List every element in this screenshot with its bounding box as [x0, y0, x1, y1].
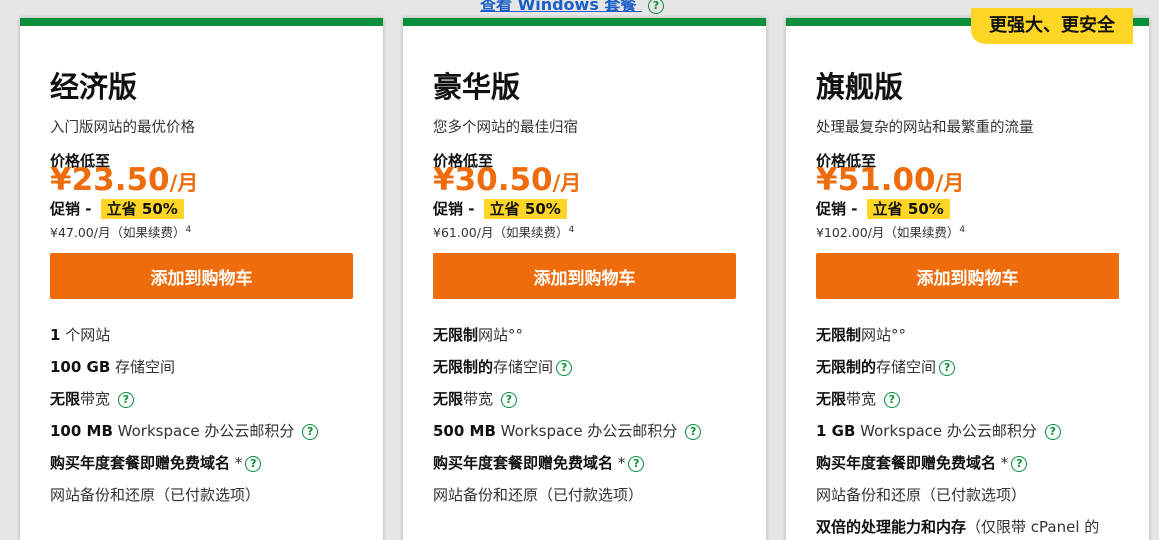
feature-text: * [613, 454, 626, 472]
help-icon[interactable]: ? [302, 423, 319, 440]
help-icon[interactable]: ? [1044, 423, 1061, 440]
feature-item: 购买年度套餐即赠免费域名 *? [816, 452, 1136, 484]
feature-text: 网站备份和还原（已付款选项） [50, 486, 261, 504]
feature-highlight: 无限制的 [816, 358, 877, 376]
feature-text: 个网站 [60, 326, 111, 344]
promo-text: 促销 - 立省 50% [50, 198, 184, 219]
feature-highlight: 100 GB [50, 358, 111, 376]
help-icon[interactable]: ? [939, 359, 956, 376]
feature-item: 网站备份和还原（已付款选项） [816, 484, 1136, 516]
plan-subtitle: 处理最复杂的网站和最繁重的流量 [816, 120, 1034, 136]
feature-highlight: 无限制 [816, 326, 862, 344]
feature-item: 无限带宽 ? [50, 388, 370, 420]
feature-text: 网站°° [861, 326, 907, 344]
feature-item: 无限带宽 ? [433, 388, 753, 420]
feature-text: Workspace 办公云邮积分 [495, 422, 683, 440]
view-windows-plans-link[interactable]: 查看 Windows 套餐 ? [480, 0, 664, 15]
feature-item: 网站备份和还原（已付款选项） [433, 484, 753, 516]
feature-text: 网站备份和还原（已付款选项） [816, 486, 1027, 504]
feature-highlight: 无限 [433, 390, 464, 408]
help-icon[interactable]: ? [245, 455, 262, 472]
feature-item: 500 MB Workspace 办公云邮积分 ? [433, 420, 753, 452]
plan-title: 经济版 [50, 70, 138, 104]
feature-highlight: 无限 [816, 390, 847, 408]
feature-highlight: 1 [50, 326, 61, 344]
feature-item: 100 MB Workspace 办公云邮积分 ? [50, 420, 370, 452]
feature-item: 无限制网站°° [816, 324, 1136, 356]
plan-price: ¥51.00/月 [816, 162, 965, 198]
feature-item: 无限制网站°° [433, 324, 753, 356]
feature-highlight: 双倍的处理能力和内存 [816, 518, 967, 536]
feature-text: * [996, 454, 1009, 472]
help-icon[interactable]: ? [117, 391, 134, 408]
plan-title: 旗舰版 [816, 70, 904, 104]
feature-item: 无限制的存储空间? [816, 356, 1136, 388]
feature-highlight: 500 MB [433, 422, 496, 440]
plan-card-ultimate: 更强大、更安全 旗舰版 处理最复杂的网站和最繁重的流量 价格低至 ¥51.00/… [786, 8, 1149, 540]
feature-highlight: 无限制 [433, 326, 479, 344]
renewal-price: ¥61.00/月（如果续费）4 [433, 224, 575, 240]
promo-text: 促销 - 立省 50% [433, 198, 567, 219]
feature-text: 带宽 [846, 390, 881, 408]
help-icon[interactable]: ? [648, 0, 664, 14]
feature-item: 购买年度套餐即赠免费域名 *? [433, 452, 753, 484]
plan-title: 豪华版 [433, 70, 521, 104]
feature-text: 存储空间 [110, 358, 176, 376]
promo-highlight: 立省 50% [100, 199, 184, 219]
promo-highlight: 立省 50% [866, 199, 950, 219]
feature-highlight: 无限 [50, 390, 81, 408]
feature-list: 无限制网站°° 无限制的存储空间? 无限带宽 ? 500 MB Workspace 办… [433, 324, 753, 516]
plan-subtitle: 入门版网站的最优价格 [50, 120, 195, 136]
renewal-price: ¥47.00/月（如果续费）4 [50, 224, 192, 240]
feature-text: 网站备份和还原（已付款选项） [433, 486, 644, 504]
help-icon[interactable]: ? [883, 391, 900, 408]
feature-text: 带宽 [463, 390, 498, 408]
recommended-badge: 更强大、更安全 [971, 8, 1133, 44]
help-icon[interactable]: ? [1011, 455, 1028, 472]
renewal-price: ¥102.00/月（如果续费）4 [816, 224, 966, 240]
feature-item: 购买年度套餐即赠免费域名 *? [50, 452, 370, 484]
feature-highlight: 购买年度套餐即赠免费域名 [816, 454, 997, 472]
feature-item: 1 个网站 [50, 324, 370, 356]
help-icon[interactable]: ? [500, 391, 517, 408]
promo-highlight: 立省 50% [483, 199, 567, 219]
feature-item: 1 GB Workspace 办公云邮积分 ? [816, 420, 1136, 452]
feature-item: 无限制的存储空间? [433, 356, 753, 388]
view-windows-plans-label: 查看 Windows 套餐 [480, 0, 637, 14]
feature-text: 存储空间 [876, 358, 937, 376]
feature-text: 网站°° [478, 326, 524, 344]
feature-item: 网站备份和还原（已付款选项） [50, 484, 370, 516]
feature-highlight: 100 MB [50, 422, 113, 440]
feature-highlight: 购买年度套餐即赠免费域名 [50, 454, 231, 472]
feature-highlight: 1 GB [816, 422, 856, 440]
feature-text: Workspace 办公云邮积分 [112, 422, 300, 440]
feature-text: * [230, 454, 243, 472]
help-icon[interactable]: ? [628, 455, 645, 472]
feature-text: 带宽 [80, 390, 115, 408]
feature-text: 存储空间 [493, 358, 554, 376]
feature-list: 无限制网站°° 无限制的存储空间? 无限带宽 ? 1 GB Workspace 办公云… [816, 324, 1136, 540]
add-to-cart-button[interactable]: 添加到购物车 [816, 253, 1119, 299]
help-icon[interactable]: ? [685, 423, 702, 440]
feature-item: 100 GB 存储空间 [50, 356, 370, 388]
feature-item: 无限带宽 ? [816, 388, 1136, 420]
plan-price: ¥23.50/月 [50, 162, 199, 198]
feature-text: Workspace 办公云邮积分 [855, 422, 1042, 440]
add-to-cart-button[interactable]: 添加到购物车 [50, 253, 353, 299]
promo-text: 促销 - 立省 50% [816, 198, 950, 219]
plan-card-deluxe: 豪华版 您多个网站的最佳归宿 价格低至 ¥30.50/月 促销 - 立省 50%… [403, 18, 766, 540]
plan-price: ¥30.50/月 [433, 162, 582, 198]
plan-card-economy: 经济版 入门版网站的最优价格 价格低至 ¥23.50/月 促销 - 立省 50%… [20, 18, 383, 540]
feature-text: （仅限带 cPanel 的 [966, 518, 1100, 536]
feature-highlight: 无限制的 [433, 358, 494, 376]
feature-list: 1 个网站 100 GB 存储空间 无限带宽 ? 100 MB Workspace 办… [50, 324, 370, 516]
feature-highlight: 购买年度套餐即赠免费域名 [433, 454, 614, 472]
help-icon[interactable]: ? [556, 359, 573, 376]
feature-item: 双倍的处理能力和内存（仅限带 cPanel 的 [816, 516, 1136, 540]
add-to-cart-button[interactable]: 添加到购物车 [433, 253, 736, 299]
plan-subtitle: 您多个网站的最佳归宿 [433, 120, 578, 136]
